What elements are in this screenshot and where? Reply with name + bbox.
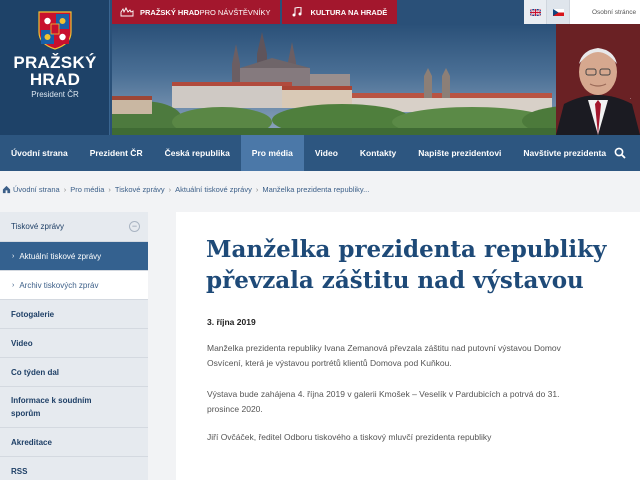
nav-item-contacts[interactable]: Kontakty	[349, 135, 407, 171]
president-portrait: .	[556, 24, 640, 135]
caret-right-icon: ›	[12, 252, 15, 260]
sidebar-subitem-label: Archiv tiskových zpráv	[19, 280, 99, 290]
sidebar-item-court-line2: sporům	[11, 409, 41, 418]
sidebar-item-photogallery[interactable]: Fotogalerie	[0, 300, 148, 329]
article-signature: Jiří Ovčáček, ředitel Odboru tiskového a…	[207, 432, 492, 442]
home-icon[interactable]	[2, 185, 11, 194]
article-date: 3. října 2019	[207, 317, 256, 327]
castle-icon	[120, 7, 134, 17]
logo-title-line1: PRAŽSKÝ	[13, 53, 97, 72]
article-paragraph: Manželka prezidenta republiky Ivana Zema…	[207, 341, 632, 371]
article-p1-line2: Osvícení, která je výstavou portrétů kli…	[207, 358, 452, 368]
breadcrumb-current-press[interactable]: Aktuální tiskové zprávy	[175, 185, 252, 194]
nav-item-home[interactable]: Úvodní strana	[0, 135, 79, 171]
music-note-icon	[292, 7, 302, 17]
personal-settings-link[interactable]: Osobní stránce	[570, 0, 640, 24]
nav-item-visit[interactable]: Navštivte prezidenta	[512, 135, 617, 171]
lang-czech[interactable]	[547, 0, 570, 24]
language-switcher	[524, 0, 570, 24]
nav-item-president[interactable]: Prezident ČR	[79, 135, 154, 171]
visitors-link-strong: PRAŽSKÝ HRAD	[140, 7, 200, 17]
article-paragraph: Výstava bude zahájena 4. října 2019 v ga…	[207, 387, 632, 417]
breadcrumb-home[interactable]: Úvodní strana	[13, 185, 60, 194]
uk-flag-icon	[529, 8, 541, 16]
logo-title-line2: HRAD	[29, 70, 81, 89]
sidebar-subitem-archive[interactable]: › Archiv tiskových zpráv	[0, 271, 148, 300]
breadcrumb: Úvodní strana › Pro média › Tiskové zprá…	[0, 180, 640, 198]
breadcrumb-separator: ›	[63, 184, 67, 194]
sidebar-item-label: Tiskové zprávy	[11, 222, 65, 231]
culture-link-strong: KULTURA NA HRADĚ	[310, 7, 388, 17]
sidebar-item-rss[interactable]: RSS	[0, 457, 148, 480]
nav-item-write[interactable]: Napište prezidentovi	[407, 135, 512, 171]
breadcrumb-press[interactable]: Tiskové zprávy	[115, 185, 165, 194]
sidebar-subitem-label: Aktuální tiskové zprávy	[19, 251, 102, 261]
article-title: Manželka prezidenta republiky převzala z…	[206, 234, 626, 296]
svg-text:.: .	[630, 95, 631, 101]
main-navigation: Úvodní strana Prezident ČR Česká republi…	[0, 135, 640, 171]
site-header: PRAŽSKÝ HRAD President ČR PRAŽSKÝ HRAD P…	[0, 0, 640, 135]
top-links: PRAŽSKÝ HRAD PRO NÁVŠTĚVNÍKY KULTURA NA …	[112, 0, 398, 24]
article-p1-line1: Manželka prezidenta republiky Ivana Zema…	[207, 343, 561, 353]
article-p2-line1: Výstava bude zahájena 4. října 2019 v ga…	[207, 389, 560, 399]
sidebar-item-court[interactable]: Informace k soudním sporům	[0, 387, 148, 428]
breadcrumb-article: Manželka prezidenta republiky...	[262, 184, 370, 194]
sidebar-item-video[interactable]: Video	[0, 329, 148, 358]
logo-subtitle: President ČR	[31, 90, 79, 99]
sidebar-item-week[interactable]: Co týden dal	[0, 358, 148, 387]
search-icon[interactable]	[614, 147, 626, 159]
nav-item-czech-republic[interactable]: Česká republika	[154, 135, 241, 171]
sidebar: Tiskové zprávy − › Aktuální tiskové zprá…	[0, 212, 148, 480]
breadcrumb-separator: ›	[255, 184, 259, 194]
lang-english[interactable]	[524, 0, 547, 24]
nav-item-video[interactable]: Video	[304, 135, 349, 171]
sidebar-item-accreditation[interactable]: Akreditace	[0, 428, 148, 457]
breadcrumb-separator: ›	[168, 184, 172, 194]
president-portrait-image: .	[556, 24, 640, 135]
visitors-link[interactable]: PRAŽSKÝ HRAD PRO NÁVŠTĚVNÍKY	[112, 0, 281, 24]
coat-of-arms-icon	[38, 11, 72, 50]
nav-item-media[interactable]: Pro média	[240, 135, 304, 171]
article-p2-line2: prosince 2020.	[207, 404, 263, 414]
collapse-icon[interactable]: −	[129, 221, 140, 232]
article-title-line1: Manželka prezidenta republiky	[206, 236, 607, 263]
culture-link[interactable]: KULTURA NA HRADĚ	[282, 0, 398, 24]
page: PRAŽSKÝ HRAD President ČR PRAŽSKÝ HRAD P…	[0, 0, 640, 480]
cz-flag-icon	[552, 8, 564, 16]
site-logo[interactable]: PRAŽSKÝ HRAD President ČR	[0, 0, 110, 135]
breadcrumb-media[interactable]: Pro média	[70, 185, 104, 194]
article-title-line2: převzala záštitu nad výstavou	[206, 267, 584, 294]
sidebar-item-press-releases[interactable]: Tiskové zprávy −	[0, 212, 148, 242]
caret-right-icon: ›	[12, 281, 15, 289]
sidebar-subitem-current[interactable]: › Aktuální tiskové zprávy	[0, 242, 148, 271]
article: Manželka prezidenta republiky převzala z…	[176, 212, 640, 480]
sidebar-item-court-line1: Informace k soudním	[11, 396, 92, 405]
visitors-link-rest: PRO NÁVŠTĚVNÍKY	[199, 7, 271, 17]
breadcrumb-separator: ›	[108, 184, 111, 194]
